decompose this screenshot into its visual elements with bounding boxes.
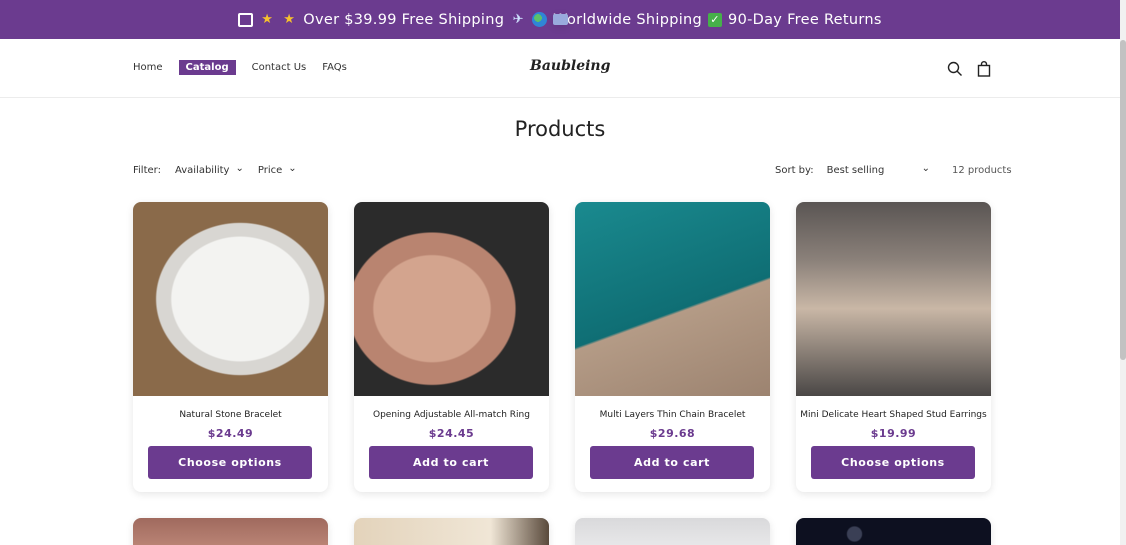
chevron-down-icon[interactable]: ⌄ (922, 163, 930, 174)
filter-bar: Filter: Availability Price (133, 165, 297, 176)
choose-options-button[interactable]: Choose options (148, 446, 312, 479)
nav-faqs[interactable]: FAQs (322, 60, 347, 75)
announcement-shipping-threshold: Over $39.99 Free Shipping (303, 11, 505, 28)
filter-label: Filter: (133, 165, 161, 176)
nav-catalog[interactable]: Catalog (178, 60, 236, 75)
search-icon[interactable] (947, 61, 963, 77)
nav-home[interactable]: Home (133, 60, 163, 75)
product-image[interactable] (575, 202, 770, 396)
page-scrollbar[interactable] (1120, 0, 1126, 545)
product-card[interactable] (354, 518, 549, 545)
product-price: $29.68 (649, 427, 696, 440)
price-filter[interactable]: Price (258, 165, 297, 176)
checkmark-icon: ✓ (708, 12, 723, 27)
store-logo[interactable]: Baubleing (530, 58, 610, 74)
product-image[interactable] (133, 202, 328, 396)
product-price: $19.99 (870, 427, 917, 440)
product-image[interactable] (796, 202, 991, 396)
product-image[interactable] (354, 202, 549, 396)
sort-bar: Sort by: Best selling ⌄ 12 products (775, 163, 1012, 176)
sort-label: Sort by: (775, 165, 814, 176)
sort-select[interactable]: Best selling (827, 165, 922, 176)
page-title: Products (514, 117, 606, 141)
product-card[interactable] (796, 518, 991, 545)
product-price: $24.49 (207, 427, 254, 440)
product-card[interactable]: Opening Adjustable All-match Ring $24.45… (354, 202, 549, 492)
product-name[interactable]: Opening Adjustable All-match Ring (354, 410, 549, 420)
star-icon: ★ (283, 12, 296, 27)
announcement-worldwide: Worldwide Shipping (553, 11, 703, 28)
nav-contact-us[interactable]: Contact Us (252, 60, 307, 75)
site-header: Home Catalog Contact Us FAQs Baubleing (0, 39, 1120, 98)
add-to-cart-button[interactable]: Add to cart (369, 446, 533, 479)
product-card[interactable]: Multi Layers Thin Chain Bracelet $29.68 … (575, 202, 770, 492)
product-card[interactable] (133, 518, 328, 545)
product-name[interactable]: Multi Layers Thin Chain Bracelet (575, 410, 770, 420)
product-image[interactable] (796, 518, 991, 545)
product-card[interactable]: Natural Stone Bracelet $24.49 Choose opt… (133, 202, 328, 492)
main-nav: Home Catalog Contact Us FAQs (133, 60, 347, 75)
product-image[interactable] (354, 518, 549, 545)
globe-icon (532, 12, 548, 27)
product-name[interactable]: Mini Delicate Heart Shaped Stud Earrings (796, 410, 991, 420)
cart-icon[interactable] (976, 61, 992, 77)
scrollbar-thumb[interactable] (1120, 40, 1126, 360)
product-card[interactable] (575, 518, 770, 545)
airplane-icon: ✈ (512, 12, 524, 27)
choose-options-button[interactable]: Choose options (811, 446, 975, 479)
product-price: $24.45 (428, 427, 475, 440)
availability-filter[interactable]: Availability (175, 165, 244, 176)
product-card[interactable]: Mini Delicate Heart Shaped Stud Earrings… (796, 202, 991, 492)
product-count: 12 products (951, 165, 1012, 176)
product-image[interactable] (133, 518, 328, 545)
product-image[interactable] (575, 518, 770, 545)
announcement-bar: ★ ★ Over $39.99 Free Shipping ✈ Worldwid… (0, 0, 1120, 39)
announcement-returns: 90-Day Free Returns (728, 11, 882, 28)
product-name[interactable]: Natural Stone Bracelet (133, 410, 328, 420)
add-to-cart-button[interactable]: Add to cart (590, 446, 754, 479)
gift-box-icon (238, 12, 254, 27)
star-icon: ★ (261, 12, 274, 27)
card-icon (552, 14, 568, 25)
